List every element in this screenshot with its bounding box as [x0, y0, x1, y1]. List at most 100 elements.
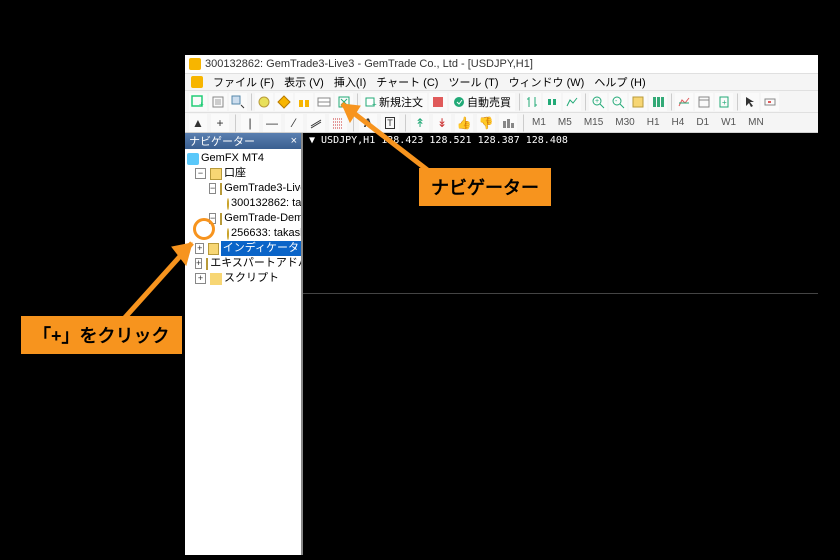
svg-text:-: - [615, 98, 618, 105]
collapse-icon[interactable]: − [209, 213, 216, 224]
metaquotes-icon[interactable] [429, 93, 447, 111]
chart-area[interactable]: ▼ USDJPY,H1 128.423 128.521 128.387 128.… [303, 133, 818, 555]
zoom-in-icon[interactable]: + [589, 93, 607, 111]
auto-trade-button[interactable]: 自動売買 [449, 93, 515, 111]
crosshair-tool-icon[interactable]: + [211, 114, 229, 132]
separator [518, 93, 520, 111]
new-order-button[interactable]: +新規注文 [361, 93, 427, 111]
templates-icon[interactable]: + [715, 93, 733, 111]
menu-window[interactable]: ウィンドウ (W) [509, 74, 585, 90]
navigator-tree: GemFX MT4 −口座 −GemTrade3-Live3 300132862… [185, 149, 301, 286]
separator [736, 93, 738, 111]
timeframe-buttons: M1 M5 M15 M30 H1 H4 D1 W1 MN [529, 117, 767, 128]
navigator-panel: ナビゲーター × GemFX MT4 −口座 −GemTrade3-Live3 … [185, 133, 303, 555]
data-window-icon[interactable] [295, 93, 313, 111]
chart-shift-icon[interactable] [649, 93, 667, 111]
shapes-dd-icon[interactable] [499, 114, 517, 132]
profiles-icon[interactable] [209, 93, 227, 111]
thumbs-down-icon[interactable]: 👎 [477, 114, 495, 132]
tree-ea-label: エキスパートアドバイザ [210, 256, 303, 271]
candle-chart-icon[interactable] [543, 93, 561, 111]
tree-root[interactable]: GemFX MT4 [187, 151, 301, 166]
menu-tool[interactable]: ツール (T) [448, 74, 498, 90]
text-icon[interactable]: A [359, 114, 377, 132]
tree-acc2-label: GemTrade-Demo [224, 211, 303, 226]
tree-root-label: GemFX MT4 [201, 151, 264, 166]
periods-icon[interactable] [695, 93, 713, 111]
new-chart-icon[interactable]: + [189, 93, 207, 111]
separator [234, 114, 236, 132]
collapse-icon[interactable]: − [195, 168, 206, 179]
expand-icon[interactable]: + [195, 243, 204, 254]
fibo-icon[interactable] [329, 114, 347, 132]
navigator-icon[interactable] [275, 93, 293, 111]
crosshair-icon[interactable] [761, 93, 779, 111]
tree-acc1[interactable]: −GemTrade3-Live3 [187, 181, 301, 196]
tree-accounts-label: 口座 [224, 166, 246, 181]
expand-icon[interactable]: + [195, 258, 202, 269]
navigator-header: ナビゲーター × [185, 133, 301, 149]
user-icon [227, 198, 229, 210]
gem-icon [187, 153, 199, 165]
app-icon [189, 58, 201, 70]
auto-scroll-icon[interactable] [629, 93, 647, 111]
thumbs-up-icon[interactable]: 👍 [455, 114, 473, 132]
pointer-icon[interactable]: ▲ [189, 114, 207, 132]
tree-acc2-num[interactable]: 256633: takashi o [187, 226, 301, 241]
tree-scripts[interactable]: +スクリプト [187, 271, 301, 286]
terminal-icon[interactable] [315, 93, 333, 111]
menubar: ファイル (F) 表示 (V) 挿入(I) チャート (C) ツール (T) ウ… [185, 73, 818, 91]
strategy-tester-icon[interactable] [335, 93, 353, 111]
arrow-down-icon[interactable]: ↡ [433, 114, 451, 132]
menu-view[interactable]: 表示 (V) [284, 74, 324, 90]
text-label-icon[interactable]: T [381, 114, 399, 132]
separator [584, 93, 586, 111]
cursor-icon[interactable] [741, 93, 759, 111]
tree-acc2-num-label: 256633: takashi o [231, 226, 303, 241]
chart-split [303, 293, 818, 294]
zoom-out-icon[interactable]: - [609, 93, 627, 111]
svg-text:+: + [199, 100, 204, 109]
menu-chart[interactable]: チャート (C) [376, 74, 438, 90]
timeframe-m15[interactable]: M15 [581, 117, 606, 128]
expand-icon[interactable]: + [195, 273, 206, 284]
trendline-icon[interactable]: ⁄ [285, 114, 303, 132]
tree-indicators[interactable]: + インディケータ [187, 241, 301, 256]
arrow-up-icon[interactable]: ↟ [411, 114, 429, 132]
market-watch-icon[interactable] [255, 93, 273, 111]
tree-acc1-num-label: 300132862: takasl [231, 196, 303, 211]
tree-acc2[interactable]: −GemTrade-Demo [187, 211, 301, 226]
tree-ea[interactable]: + エキスパートアドバイザ [187, 256, 301, 271]
horizontal-line-icon[interactable]: — [263, 114, 281, 132]
timeframe-mn[interactable]: MN [745, 117, 767, 128]
timeframe-m1[interactable]: M1 [529, 117, 549, 128]
separator [670, 93, 672, 111]
timeframe-h1[interactable]: H1 [644, 117, 663, 128]
line-chart-icon[interactable] [563, 93, 581, 111]
callout-navigator: ナビゲーター [419, 168, 551, 206]
close-icon[interactable]: × [291, 135, 297, 147]
new-order-label: 新規注文 [379, 94, 423, 110]
timeframe-w1[interactable]: W1 [718, 117, 739, 128]
menu-help[interactable]: ヘルプ (H) [594, 74, 645, 90]
menu-file[interactable]: ファイル (F) [213, 74, 274, 90]
script-icon [210, 273, 222, 285]
window-title: 300132862: GemTrade3-Live3 - GemTrade Co… [205, 58, 533, 70]
tree-accounts[interactable]: − 口座 [187, 166, 301, 181]
timeframe-d1[interactable]: D1 [693, 117, 712, 128]
profiles-dd-icon[interactable] [229, 93, 247, 111]
indicators-list-icon[interactable] [675, 93, 693, 111]
folder-icon [206, 258, 208, 270]
vertical-line-icon[interactable]: | [241, 114, 259, 132]
tree-acc1-num[interactable]: 300132862: takasl [187, 196, 301, 211]
timeframe-m5[interactable]: M5 [555, 117, 575, 128]
menu-insert[interactable]: 挿入(I) [334, 74, 366, 90]
channel-icon[interactable] [307, 114, 325, 132]
tree-acc1-label: GemTrade3-Live3 [224, 181, 303, 196]
timeframe-m30[interactable]: M30 [612, 117, 637, 128]
collapse-icon[interactable]: − [209, 183, 216, 194]
tree-indicators-label: インディケータ [221, 241, 301, 256]
bar-chart-icon[interactable] [523, 93, 541, 111]
separator [356, 93, 358, 111]
timeframe-h4[interactable]: H4 [669, 117, 688, 128]
